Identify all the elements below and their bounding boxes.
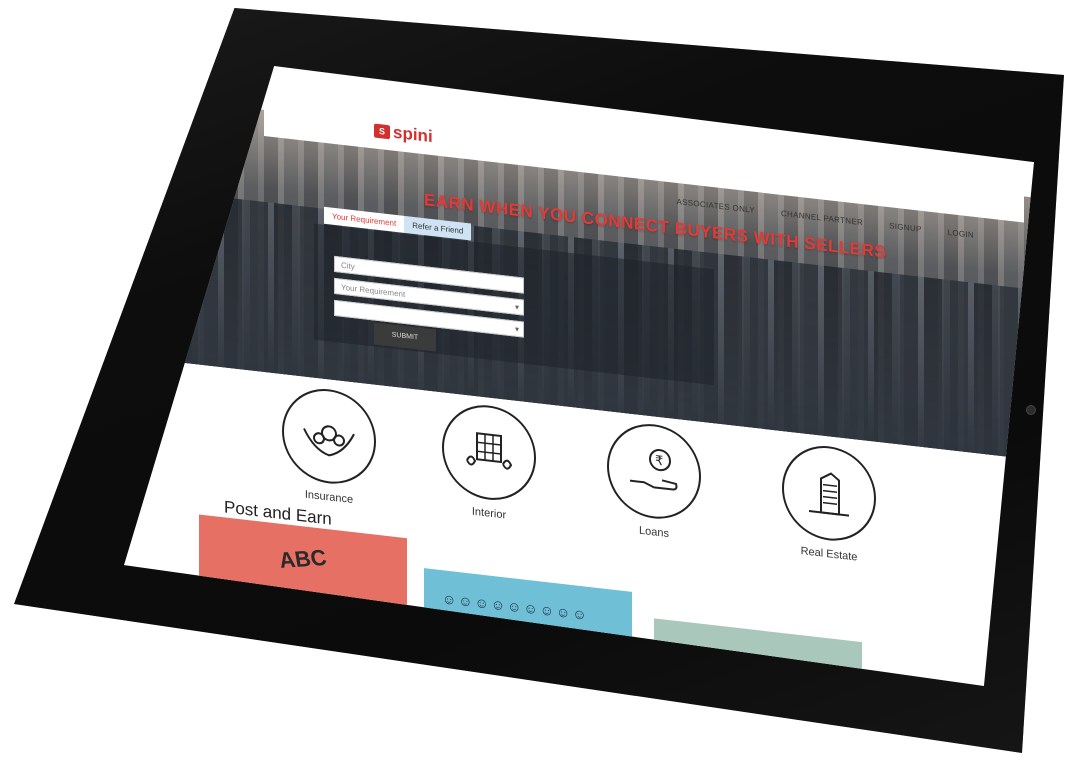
nav-associates-only[interactable]: ASSOCIATES ONLY	[677, 197, 755, 215]
abc-blocks-icon: ABC	[277, 544, 329, 573]
category-interior[interactable]: Interior	[434, 399, 544, 526]
chevron-down-icon: ▾	[514, 324, 519, 335]
tablet-device: ASSOCIATES ONLY CHANNEL PARTNER SIGNUP L…	[14, 8, 1064, 753]
interior-icon	[442, 400, 536, 505]
requirement-placeholder: Your Requirement	[341, 282, 406, 300]
chevron-down-icon: ▾	[514, 302, 519, 313]
category-real-estate[interactable]: Real Estate	[774, 440, 884, 567]
rupee-hand-icon: ₹	[607, 419, 701, 524]
logo-icon: S	[374, 123, 390, 140]
logo-text: spini	[393, 122, 433, 147]
nav-login[interactable]: LOGIN	[948, 228, 974, 240]
camera-icon	[1026, 405, 1036, 415]
svg-text:₹: ₹	[655, 454, 663, 470]
nav-channel-partner[interactable]: CHANNEL PARTNER	[781, 209, 863, 227]
category-loans[interactable]: ₹ Loans	[599, 418, 709, 545]
building-icon	[782, 440, 876, 546]
nav-signup[interactable]: SIGNUP	[889, 221, 921, 234]
city-placeholder: City	[341, 260, 355, 272]
hands-people-icon	[282, 384, 376, 489]
category-label: Loans	[639, 524, 669, 541]
category-label: Interior	[471, 505, 507, 522]
category-insurance[interactable]: Insurance	[274, 383, 384, 510]
category-label: Real Estate	[800, 545, 858, 564]
site-logo[interactable]: S spini	[374, 120, 433, 147]
